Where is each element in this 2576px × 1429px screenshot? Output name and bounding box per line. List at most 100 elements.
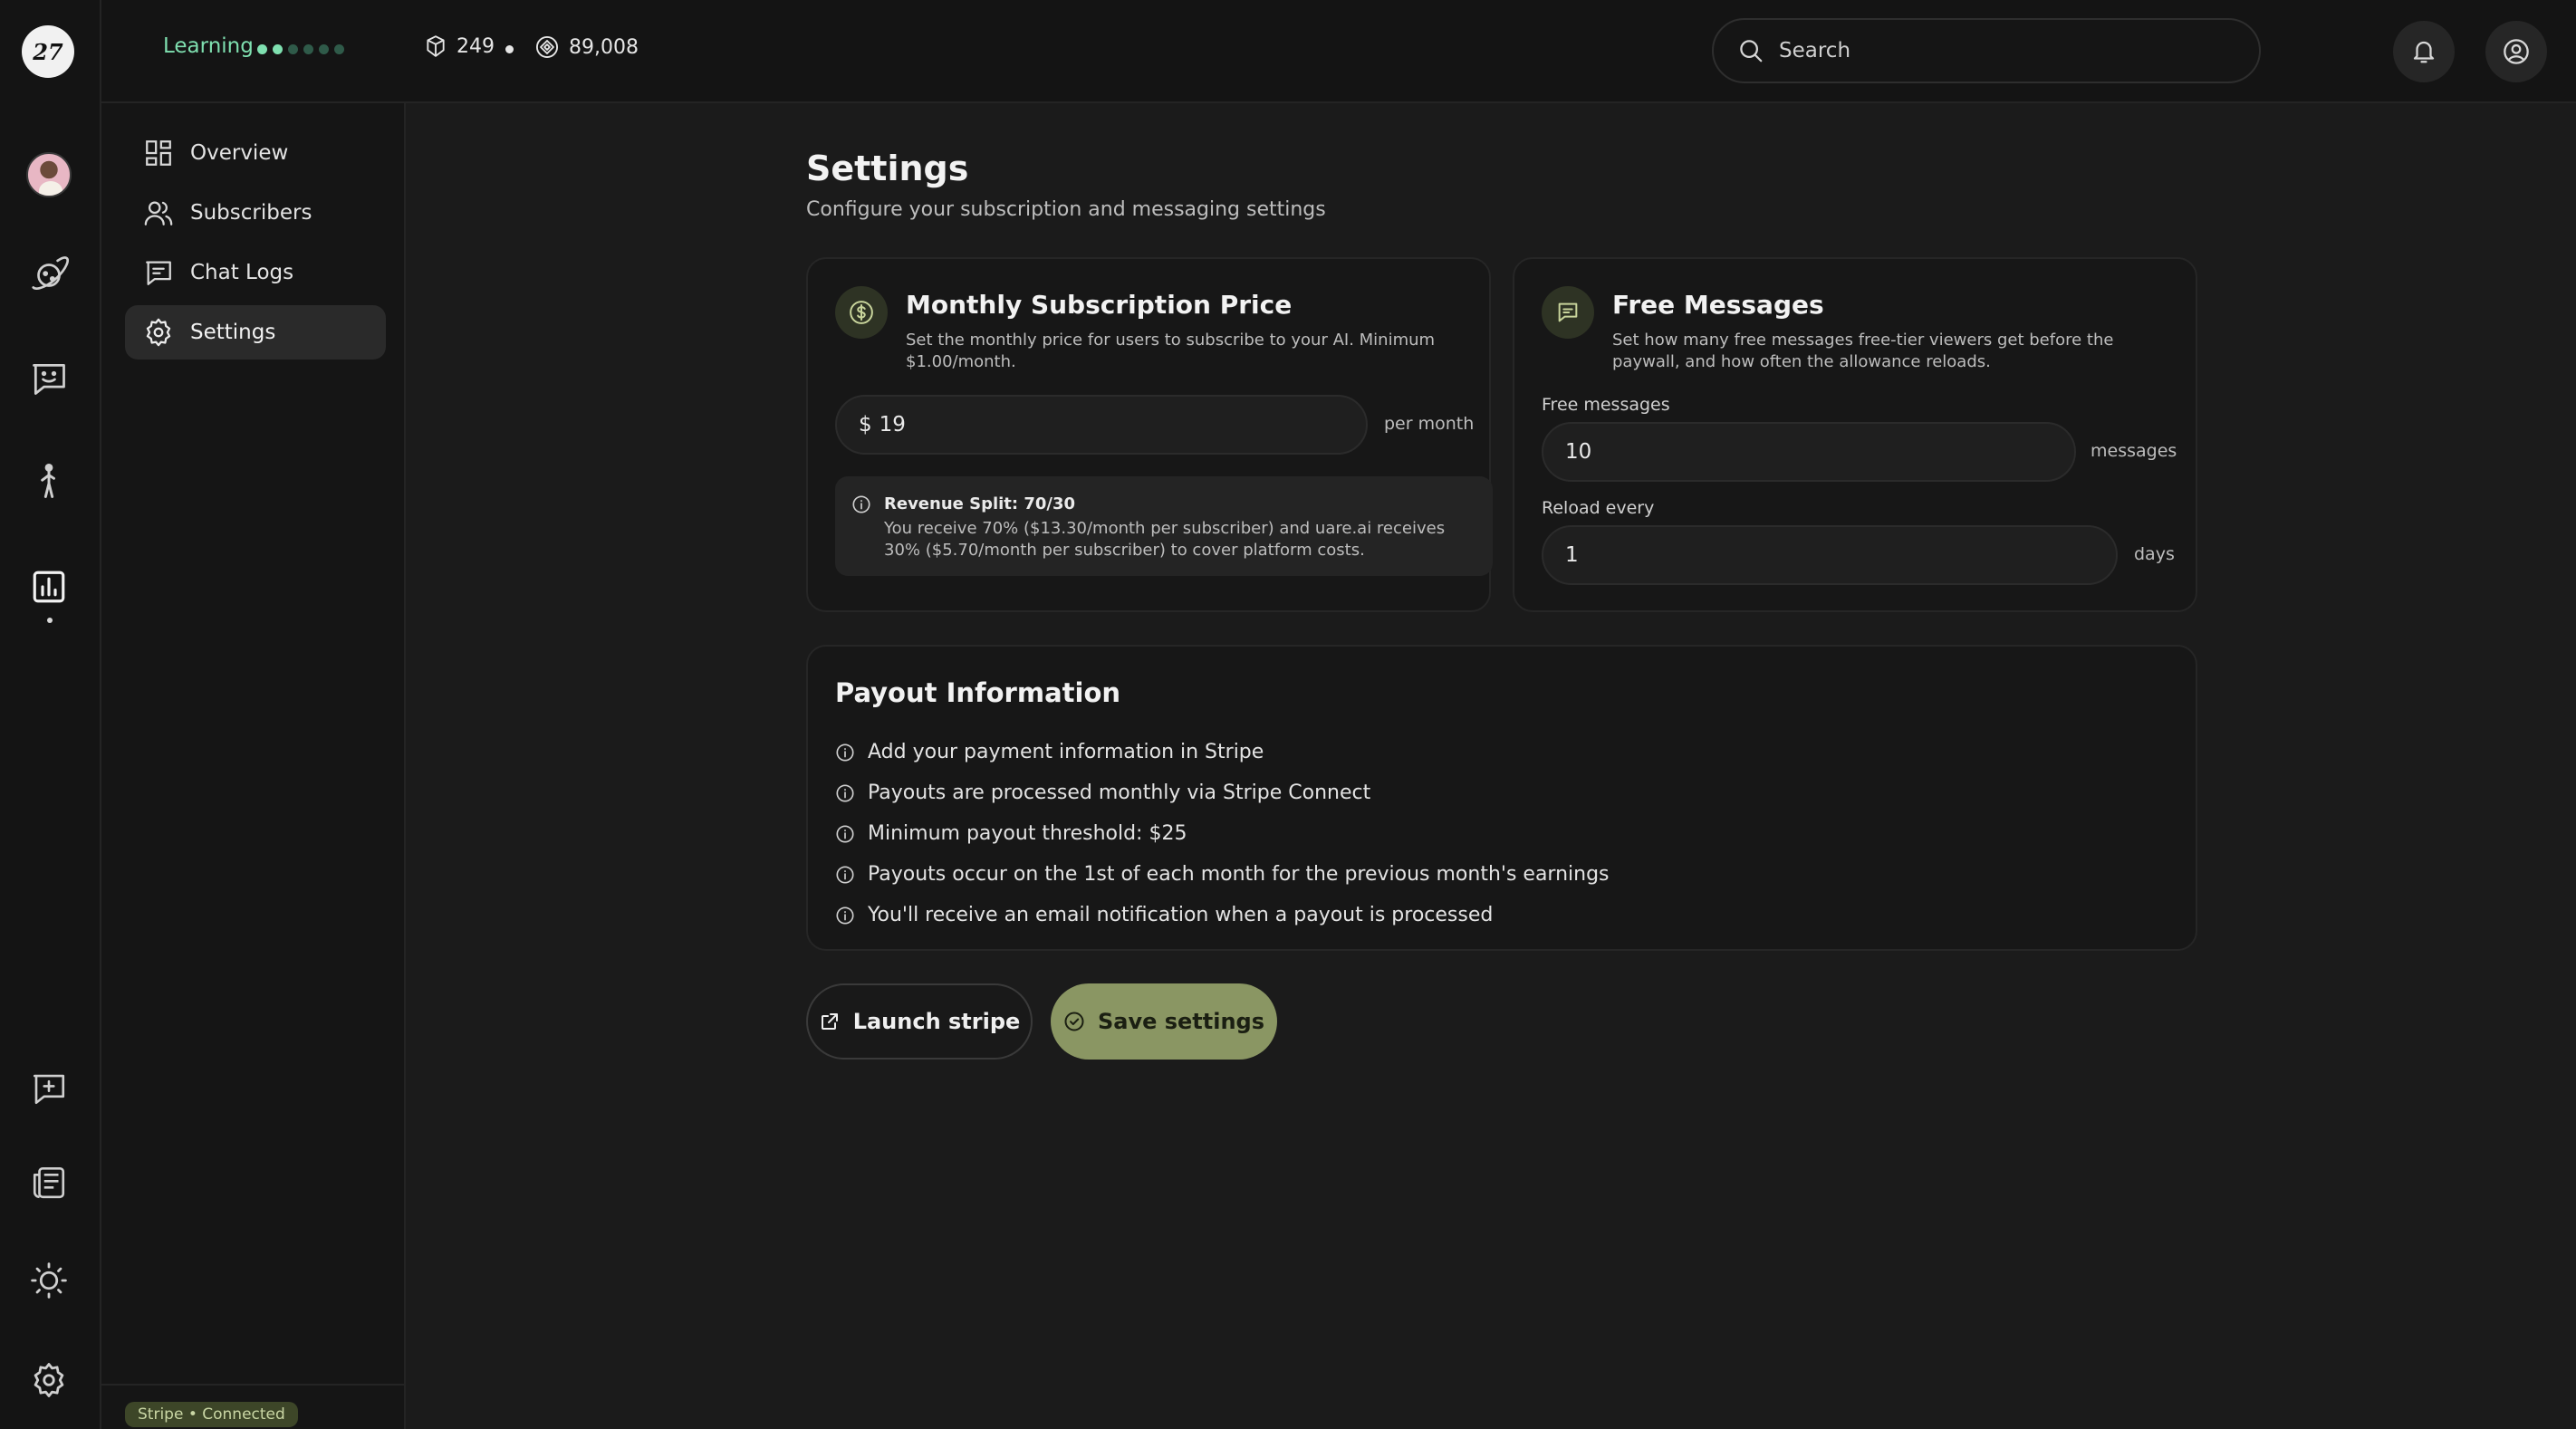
sun-icon[interactable] — [22, 1253, 76, 1308]
price-input[interactable] — [879, 413, 1285, 436]
subscription-price-card: Monthly Subscription Price Set the month… — [806, 257, 1493, 612]
notifications-button[interactable] — [2393, 21, 2455, 82]
price-field[interactable]: $ — [835, 395, 1368, 455]
info-icon — [835, 824, 855, 844]
token-icon — [534, 34, 560, 60]
sidebar-item-label: Settings — [190, 321, 276, 344]
free-messages-input[interactable] — [1565, 440, 1973, 464]
sidebar-item-label: Subscribers — [190, 201, 312, 225]
payout-item-text: Payouts occur on the 1st of each month f… — [868, 863, 1610, 886]
free-messages-field[interactable] — [1542, 422, 2076, 482]
revenue-split-note: Revenue Split: 70/30 You receive 70% ($1… — [835, 476, 1493, 576]
save-settings-label: Save settings — [1097, 1009, 1265, 1034]
sidebar-item-overview[interactable]: Overview — [125, 126, 386, 180]
list-item: Add your payment information in Stripe — [835, 732, 1610, 772]
sidebar: Overview Subscribers Chat Logs Settings … — [101, 103, 406, 1429]
learning-label: Learning — [163, 34, 254, 58]
user-circle-icon — [2502, 37, 2531, 66]
launch-stripe-button[interactable]: Launch stripe — [806, 983, 1033, 1060]
news-icon[interactable] — [22, 1156, 76, 1210]
list-item: You'll receive an email notification whe… — [835, 895, 1610, 935]
revenue-split-text: You receive 70% ($13.30/month per subscr… — [884, 519, 1446, 560]
stat-secondary-value: 89,008 — [569, 35, 639, 59]
dollar-icon — [835, 286, 888, 339]
list-item: Minimum payout threshold: $25 — [835, 813, 1610, 854]
app-logo[interactable]: 27 — [22, 25, 74, 78]
progress-dot — [334, 44, 344, 54]
icon-rail: 27 — [0, 0, 101, 1429]
learning-progress-dots — [257, 44, 344, 54]
chat-face-icon[interactable] — [22, 351, 76, 406]
search-box[interactable] — [1712, 18, 2261, 83]
info-icon — [851, 494, 871, 514]
external-link-icon — [819, 1011, 841, 1032]
subscription-card-title: Monthly Subscription Price — [906, 290, 1293, 320]
free-messages-label: Free messages — [1542, 395, 1670, 415]
stat-separator — [505, 45, 514, 53]
sidebar-item-settings[interactable]: Settings — [125, 305, 386, 360]
list-item: Payouts occur on the 1st of each month f… — [835, 854, 1610, 895]
save-settings-button[interactable]: Save settings — [1051, 983, 1277, 1060]
progress-dot — [288, 44, 298, 54]
reload-input[interactable] — [1565, 543, 2006, 567]
search-input[interactable] — [1779, 39, 2214, 62]
payout-title: Payout Information — [835, 677, 1121, 708]
payout-info-card: Payout Information Add your payment info… — [806, 645, 2197, 951]
free-messages-description: Set how many free messages free-tier vie… — [1612, 331, 2114, 371]
free-messages-card: Free Messages Set how many free messages… — [1513, 257, 2197, 612]
subscription-card-description: Set the monthly price for users to subsc… — [906, 331, 1436, 371]
list-item: Payouts are processed monthly via Stripe… — [835, 772, 1610, 813]
reload-label: Reload every — [1542, 498, 1655, 518]
free-messages-suffix: messages — [2091, 441, 2177, 461]
progress-dot — [319, 44, 329, 54]
progress-dot — [273, 44, 283, 54]
reload-suffix: days — [2134, 544, 2175, 564]
sidebar-item-chat-logs[interactable]: Chat Logs — [125, 245, 386, 300]
bell-icon — [2410, 38, 2437, 65]
search-icon — [1737, 37, 1764, 64]
info-icon — [835, 783, 855, 803]
avatar[interactable] — [26, 152, 72, 197]
new-chat-icon[interactable] — [22, 1061, 76, 1116]
currency-symbol: $ — [859, 413, 872, 436]
stripe-status-badge: Stripe • Connected — [125, 1402, 298, 1427]
info-icon — [835, 865, 855, 885]
stat-primary-value: 249 — [457, 34, 495, 58]
page-title: Settings — [806, 149, 969, 188]
analytics-icon[interactable] — [22, 560, 76, 614]
payout-item-text: You'll receive an email notification whe… — [868, 904, 1494, 926]
progress-dot — [303, 44, 313, 54]
page-subtitle: Configure your subscription and messagin… — [806, 198, 1326, 221]
price-suffix: per month — [1384, 414, 1475, 434]
message-icon — [1542, 286, 1594, 339]
users-icon — [143, 197, 174, 228]
planet-icon[interactable] — [22, 248, 76, 302]
payout-item-text: Payouts are processed monthly via Stripe… — [868, 782, 1371, 804]
progress-dot — [257, 44, 267, 54]
info-icon — [835, 906, 855, 925]
sidebar-item-label: Chat Logs — [190, 261, 294, 284]
settings-gear-icon[interactable] — [22, 1353, 76, 1407]
active-indicator — [47, 618, 53, 623]
payout-item-text: Add your payment information in Stripe — [868, 741, 1264, 763]
person-icon[interactable] — [22, 455, 76, 509]
stat-secondary: 89,008 — [534, 34, 639, 60]
launch-stripe-label: Launch stripe — [852, 1009, 1021, 1034]
top-bar: Learning 249 89,008 — [101, 0, 2576, 103]
reload-field[interactable] — [1542, 525, 2118, 585]
gear-icon — [143, 317, 174, 348]
payout-item-text: Minimum payout threshold: $25 — [868, 822, 1187, 845]
sidebar-item-subscribers[interactable]: Subscribers — [125, 186, 386, 240]
revenue-split-title: Revenue Split: 70/30 — [884, 494, 1076, 513]
free-messages-title: Free Messages — [1612, 290, 1824, 320]
chat-icon — [143, 257, 174, 288]
payout-list: Add your payment information in Stripe P… — [835, 732, 1610, 935]
info-icon — [835, 743, 855, 762]
sidebar-divider — [101, 1384, 404, 1386]
stat-primary: 249 — [424, 34, 495, 58]
check-circle-icon — [1063, 1011, 1085, 1032]
cube-icon — [424, 34, 447, 58]
grid-icon — [143, 138, 174, 168]
sidebar-item-label: Overview — [190, 141, 289, 165]
account-button[interactable] — [2485, 21, 2547, 82]
